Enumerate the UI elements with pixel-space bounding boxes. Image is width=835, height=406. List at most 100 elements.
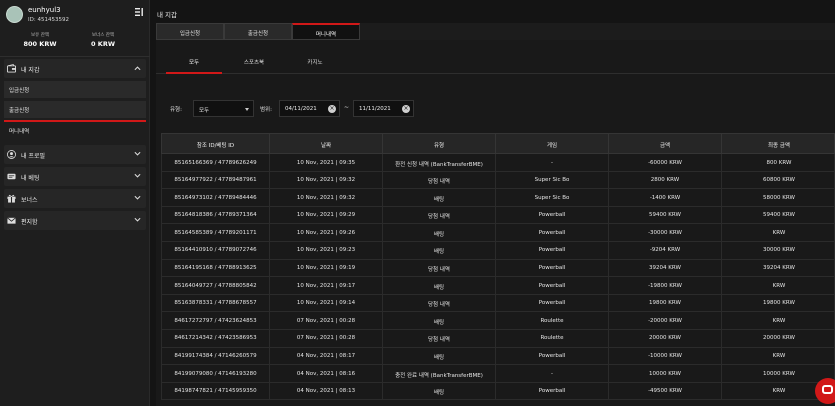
user-id: ID: 451453592 [28, 17, 69, 23]
table-row[interactable]: 85164973102 / 47789484446 10 Nov, 2021 | … [161, 189, 835, 207]
table-row[interactable]: 85164195168 / 47788913625 10 Nov, 2021 | … [161, 259, 835, 278]
cell-type: 배팅 [383, 241, 496, 259]
sidebar-item-bonus[interactable]: 보너스 [4, 189, 146, 208]
cell-type: 배팅 [383, 224, 496, 241]
sidebar-item-deposit[interactable]: 입금신청 [4, 81, 146, 98]
cell-ref-id: 84198747821 / 47145959350 [162, 382, 270, 400]
table-row[interactable]: 85164585389 / 47789201171 10 Nov, 2021 | … [161, 224, 835, 242]
cell-game: - [496, 154, 609, 171]
type-select-value: 모두 [199, 108, 210, 114]
main-content: 내 지갑 입금신청 출금신청 머니내역 모두 스포츠북 카지노 유형: 모두 범… [151, 0, 835, 406]
table-row[interactable]: 85164977922 / 47789487961 10 Nov, 2021 | … [161, 171, 835, 190]
chevron-down-icon [134, 217, 141, 222]
table-row[interactable]: 85165166369 / 47789626249 10 Nov, 2021 | … [161, 154, 835, 172]
cell-amount: 20000 KRW [609, 329, 722, 347]
cell-amount: -30000 KRW [609, 224, 722, 241]
user-header: eunhyul3 ID: 451453592 [6, 5, 146, 27]
table-row[interactable]: 84198747821 / 47145959350 04 Nov, 2021 | … [161, 382, 835, 401]
sidebar-item-wallet[interactable]: 내 지갑 [4, 59, 146, 78]
tab-history[interactable]: 머니내역 [292, 23, 360, 40]
tab-sportsbook[interactable]: 스포츠북 [226, 52, 282, 74]
range-separator: ~ [344, 104, 350, 111]
history-panel: 모두 스포츠북 카지노 유형: 모두 범위: 04/11/2021 × ~ 11… [156, 40, 835, 406]
date-to-value: 11/11/2021 [359, 106, 391, 112]
tab-all[interactable]: 모두 [166, 52, 222, 74]
menu-collapse-icon[interactable] [134, 7, 144, 17]
cell-type: 배팅 [383, 189, 496, 206]
table-row[interactable]: 84617214342 / 47423586953 07 Nov, 2021 | … [161, 329, 835, 348]
cell-game: Powerball [496, 382, 609, 400]
column-header-final-amount[interactable]: 최종 금액 [722, 134, 835, 153]
cell-final-amount: 10000 KRW [763, 370, 795, 377]
sidebar-item-profile[interactable]: 내 프로필 [4, 145, 146, 164]
table-row[interactable]: 85164049727 / 47788805842 10 Nov, 2021 | … [161, 277, 835, 295]
sidebar-item-label: 내 프로필 [21, 153, 45, 160]
sidebar: eunhyul3 ID: 451453592 보유 잔액 800 KRW 보너스… [0, 0, 150, 406]
type-select[interactable]: 모두 [193, 100, 254, 117]
ticket-icon [7, 173, 16, 180]
table-row[interactable]: 85164818386 / 47789371364 10 Nov, 2021 | … [161, 206, 835, 225]
cell-ref-id: 85164195168 / 47788913625 [162, 259, 270, 277]
cell-type: 배팅 [383, 382, 496, 400]
bonus-balance: 보너스 잔액 0 KRW [68, 32, 138, 48]
tab-casino[interactable]: 카지노 [287, 52, 343, 74]
column-header-game[interactable]: 게임 [496, 134, 609, 153]
cell-ref-id: 85164973102 / 47789484446 [162, 189, 270, 206]
held-balance: 보유 잔액 800 KRW [5, 32, 75, 48]
sidebar-item-label: 출금신청 [9, 108, 30, 114]
user-icon [7, 150, 16, 159]
clear-icon[interactable]: × [328, 105, 336, 113]
cell-date: 10 Nov, 2021 | 09:23 [270, 241, 383, 259]
cell-final-amount: 60800 KRW [763, 177, 795, 184]
chevron-up-icon [134, 66, 141, 71]
column-header-type[interactable]: 유형 [383, 134, 496, 153]
table-row[interactable]: 84199079080 / 47146193280 04 Nov, 2021 | … [161, 365, 835, 383]
cell-game: Powerball [496, 206, 609, 224]
bonus-balance-label: 보너스 잔액 [91, 33, 115, 38]
cell-date: 04 Nov, 2021 | 08:17 [270, 347, 383, 365]
sidebar-item-betting[interactable]: 내 베팅 [4, 167, 146, 186]
chat-button[interactable] [815, 378, 835, 404]
cell-game: - [496, 365, 609, 382]
date-from-value: 04/11/2021 [285, 106, 317, 112]
sidebar-item-label: 편지함 [21, 219, 38, 226]
sidebar-item-messages[interactable]: 편지함 [4, 211, 146, 230]
cell-game: Powerball [496, 259, 609, 277]
sidebar-item-label: 내 베팅 [21, 175, 40, 182]
table-row[interactable]: 85164410910 / 47789072746 10 Nov, 2021 | … [161, 241, 835, 260]
table-row[interactable]: 84199174384 / 47146260579 04 Nov, 2021 | … [161, 347, 835, 366]
tab-label: 입금신청 [179, 31, 201, 37]
tab-withdraw[interactable]: 출금신청 [224, 23, 292, 40]
cell-game: Powerball [496, 347, 609, 365]
table-body: 85165166369 / 47789626249 10 Nov, 2021 | … [161, 154, 835, 401]
avatar[interactable] [6, 6, 23, 23]
table-row[interactable]: 85163878331 / 47788678557 10 Nov, 2021 | … [161, 294, 835, 313]
cell-game: Powerball [496, 294, 609, 312]
cell-amount: -60000 KRW [609, 154, 722, 171]
sidebar-item-withdraw[interactable]: 출금신청 [4, 101, 146, 118]
cell-type: 환전 신청 내역 (BankTransferBME) [383, 154, 496, 171]
sidebar-item-history[interactable]: 머니내역 [4, 120, 146, 137]
range-filter-label: 범위: [260, 107, 272, 113]
cell-type: 당첨 내역 [383, 329, 496, 347]
column-header-amount[interactable]: 금액 [609, 134, 722, 153]
cell-final-amount: KRW [772, 353, 786, 360]
divider [0, 56, 150, 57]
chat-bubble-icon [822, 385, 833, 394]
filter-bar: 유형: 모두 범위: 04/11/2021 × ~ 11/11/2021 × [156, 98, 835, 118]
clear-icon[interactable]: × [402, 105, 410, 113]
cell-date: 10 Nov, 2021 | 09:29 [270, 206, 383, 224]
wallet-icon [7, 64, 16, 73]
tab-deposit[interactable]: 입금신청 [156, 23, 224, 40]
column-header-ref-id[interactable]: 참조 ID/베팅 ID [162, 134, 270, 153]
date-to-field[interactable]: 11/11/2021 × [353, 100, 414, 117]
date-from-field[interactable]: 04/11/2021 × [279, 100, 340, 117]
cell-final-amount: KRW [772, 229, 786, 236]
cell-date: 07 Nov, 2021 | 00:28 [270, 312, 383, 329]
column-header-date[interactable]: 날짜 [270, 134, 383, 153]
cell-game: Roulette [496, 312, 609, 329]
cell-type: 배팅 [383, 312, 496, 329]
table-row[interactable]: 84617272797 / 47423624853 07 Nov, 2021 | … [161, 312, 835, 330]
page-title: 내 지갑 [157, 11, 178, 19]
tab-label: 모두 [188, 60, 200, 66]
